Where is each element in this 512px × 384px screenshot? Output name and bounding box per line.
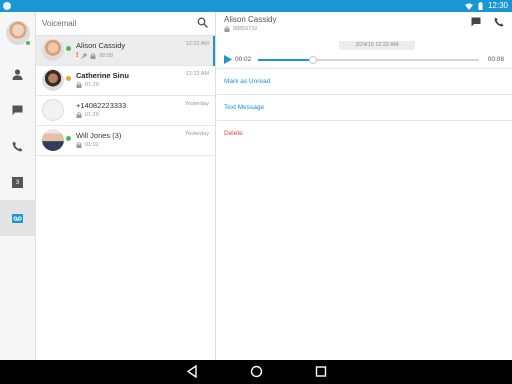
- battery-icon: [478, 2, 483, 10]
- phone-icon: [12, 141, 23, 151]
- voicemail-meta: ! 00:08: [76, 52, 113, 59]
- contact-name: Catherine Sinu: [76, 71, 129, 80]
- delete-button[interactable]: Delete: [217, 120, 512, 146]
- nav-rail: 3: [0, 12, 36, 360]
- status-bar: 12:30: [0, 0, 512, 12]
- status-icons: 12:30: [464, 1, 508, 11]
- voicemail-time: 12:22 AM: [185, 71, 209, 77]
- presence-indicator: [66, 76, 71, 81]
- voicemail-row[interactable]: +14082223333 Yesterday 01:29: [36, 96, 215, 126]
- mark-unread-button[interactable]: Mark as Unread: [217, 68, 512, 94]
- avatar: [42, 69, 64, 91]
- status-time: 12:30: [487, 1, 508, 10]
- player-current-time: 00:02: [235, 56, 252, 63]
- contact-name: +14082223333: [76, 101, 127, 110]
- voicemail-row[interactable]: Alison Cassidy 12:22 AM ! 00:08: [36, 36, 215, 66]
- detail-contact-name: Alison Cassidy: [224, 15, 277, 24]
- voicemail-time: Yesterday: [184, 101, 209, 107]
- calendar-badge: 3: [15, 179, 20, 186]
- lock-icon: [90, 52, 96, 59]
- wifi-icon: [464, 3, 473, 10]
- seek-bar-thumb[interactable]: [309, 56, 318, 64]
- rail-chat[interactable]: [0, 92, 35, 128]
- seek-bar[interactable]: [258, 56, 479, 64]
- lock-icon: [76, 142, 82, 148]
- voicemail-time: 12:22 AM: [185, 41, 209, 47]
- voicemail-meta: 01:02: [76, 142, 99, 148]
- list-title: Voicemail: [42, 19, 77, 28]
- voicemail-meta: 01:29: [76, 112, 99, 118]
- rail-contacts[interactable]: [0, 56, 35, 92]
- recents-icon[interactable]: [315, 365, 327, 378]
- voicemail-duration: 01:02: [85, 142, 99, 148]
- player-total-time: 00:08: [487, 56, 504, 63]
- avatar-placeholder: [42, 99, 64, 121]
- detail-number-text: 88856732: [233, 26, 258, 32]
- rail-calendar[interactable]: 3: [0, 164, 35, 200]
- play-icon[interactable]: [224, 55, 232, 64]
- chat-icon: [12, 105, 23, 115]
- chat-icon[interactable]: [471, 17, 481, 27]
- rail-phone[interactable]: [0, 128, 35, 164]
- voicemail-meta: 01:29: [76, 82, 99, 88]
- seek-bar-progress: [258, 59, 314, 61]
- presence-indicator: [66, 46, 71, 51]
- urgent-icon: !: [76, 52, 79, 59]
- voicemail-time: Yesterday: [184, 131, 209, 137]
- voicemail-list-pane: Voicemail Alison Cassidy 12:22 AM ! 00:0…: [36, 12, 216, 360]
- voicemail-date: 3/24/15 12:22 AM: [339, 41, 415, 50]
- contact-name: Will Jones (3): [76, 131, 122, 140]
- text-message-button[interactable]: Text Message: [217, 94, 512, 120]
- voicemail-row[interactable]: Catherine Sinu 12:22 AM 01:29: [36, 66, 215, 96]
- list-header: Voicemail: [36, 12, 215, 36]
- calendar-icon: 3: [12, 176, 23, 188]
- voicemail-row[interactable]: Will Jones (3) Yesterday 01:02: [36, 126, 215, 156]
- voicemail-duration: 01:29: [85, 82, 99, 88]
- phone-icon[interactable]: [494, 17, 504, 27]
- detail-actions: [471, 17, 504, 27]
- my-presence-indicator: [25, 40, 31, 46]
- key-icon: [81, 52, 87, 59]
- voicemail-duration: 01:29: [85, 112, 99, 118]
- rail-voicemail[interactable]: [0, 200, 36, 236]
- system-nav-bar: [0, 360, 512, 384]
- back-icon[interactable]: [186, 365, 198, 378]
- avatar: [42, 129, 64, 151]
- presence-indicator: [66, 136, 71, 141]
- home-icon[interactable]: [250, 365, 263, 378]
- detail-number: 88856732: [224, 26, 257, 32]
- lock-icon: [76, 112, 82, 118]
- voicemail-icon: [12, 213, 23, 223]
- voicemail-duration: 00:08: [99, 52, 114, 59]
- app-notification-icon: [3, 2, 11, 10]
- detail-header: Alison Cassidy 88856732: [217, 12, 512, 36]
- contact-name: Alison Cassidy: [76, 41, 126, 50]
- audio-player: 00:02 00:08: [217, 52, 512, 68]
- avatar: [42, 39, 64, 61]
- lock-icon: [224, 26, 230, 32]
- lock-icon: [76, 82, 82, 88]
- search-icon[interactable]: [197, 17, 208, 28]
- contacts-icon: [12, 68, 23, 80]
- voicemail-detail-pane: Alison Cassidy 88856732 3/24/15 12:22 AM…: [217, 12, 512, 360]
